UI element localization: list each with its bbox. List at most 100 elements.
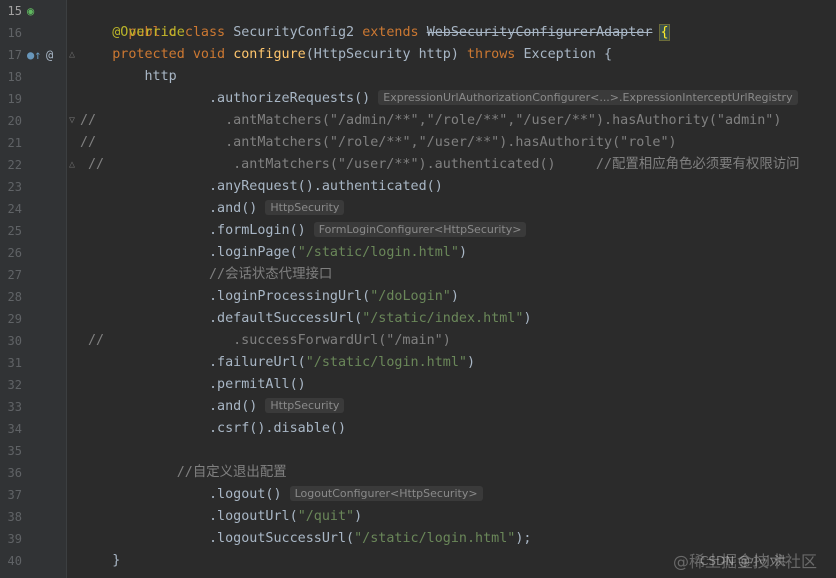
comment-text: // .successForwardUrl("/main") (88, 333, 451, 348)
keyword-throws: throws (467, 47, 516, 62)
code-line-16[interactable]: 16 @Override (0, 22, 836, 44)
line-number: 23 (7, 180, 22, 194)
line-number: 15 (7, 4, 22, 18)
code-text: .loginPage( (209, 245, 298, 260)
line-number: 39 (7, 532, 22, 546)
type-hint: FormLoginConfigurer<HttpSecurity> (313, 222, 527, 237)
code-text: ) (450, 289, 459, 304)
code-line-20[interactable]: 20 ▽ // .antMatchers("/admin/**","/role/… (0, 110, 836, 132)
override-annotation: @Override (112, 25, 185, 40)
line-number: 18 (7, 70, 22, 84)
line-number: 29 (7, 312, 22, 326)
override-method-icon[interactable]: ●↑ (27, 47, 41, 63)
code-line-18[interactable]: 18 http (0, 66, 836, 88)
line-number: 22 (7, 158, 22, 172)
string-literal: "/static/login.html" (354, 531, 516, 546)
code-text: ) (354, 509, 363, 524)
code-text: .logoutUrl( (209, 509, 298, 524)
type-hint: LogoutConfigurer<HttpSecurity> (289, 486, 483, 501)
string-literal: "/static/index.html" (362, 311, 524, 326)
code-text: ) (523, 311, 532, 326)
code-text: .authorizeRequests() (209, 91, 371, 106)
code-text: .and() (209, 201, 258, 216)
line-number: 26 (7, 246, 22, 260)
code-line-17[interactable]: 17 ●↑ @ △ protected void configure(HttpS… (0, 44, 836, 66)
annotation-marker-icon: @ (46, 48, 54, 62)
code-line-24[interactable]: 24 .and() HttpSecurity (0, 198, 836, 220)
string-literal: "/quit" (297, 509, 355, 524)
code-text: .anyRequest().authenticated() (209, 179, 443, 194)
method-params: (HttpSecurity http) (305, 47, 459, 62)
code-line-28[interactable]: 28 .loginProcessingUrl("/doLogin") (0, 286, 836, 308)
code-text: .permitAll() (209, 377, 306, 392)
line-number: 17 (7, 48, 22, 62)
line-number: 34 (7, 422, 22, 436)
run-class-icon[interactable]: ◉ (27, 3, 34, 19)
code-text: .csrf().disable() (209, 421, 347, 436)
code-line-29[interactable]: 29 .defaultSuccessUrl("/static/index.htm… (0, 308, 836, 330)
line-number: 40 (7, 554, 22, 568)
code-line-22[interactable]: 22 △ // .antMatchers("/user/**").authent… (0, 154, 836, 176)
code-line-26[interactable]: 26 .loginPage("/static/login.html") (0, 242, 836, 264)
code-line-39[interactable]: 39 .logoutSuccessUrl("/static/login.html… (0, 528, 836, 550)
type-hint: HttpSecurity (265, 398, 345, 413)
code-text: http (144, 69, 177, 84)
line-number: 27 (7, 268, 22, 282)
fold-marker-icon[interactable]: △ (69, 47, 75, 63)
code-line-30[interactable]: 30 // .successForwardUrl("/main") (0, 330, 836, 352)
keyword-void: void (192, 47, 226, 62)
code-text: .logoutSuccessUrl( (209, 531, 355, 546)
line-number: 30 (7, 334, 22, 348)
code-line-21[interactable]: 21 // .antMatchers("/role/**","/user/**"… (0, 132, 836, 154)
line-number: 31 (7, 356, 22, 370)
code-text: .loginProcessingUrl( (209, 289, 371, 304)
type-hint: HttpSecurity (265, 200, 345, 215)
code-line-36[interactable]: 36 //自定义退出配置 (0, 462, 836, 484)
code-text: .failureUrl( (209, 355, 306, 370)
code-line-25[interactable]: 25 .formLogin() FormLoginConfigurer<HttpS… (0, 220, 836, 242)
type-hint: ExpressionUrlAuthorizationConfigurer<...… (378, 90, 798, 105)
comment-text: // .antMatchers("/user/**").authenticate… (88, 157, 800, 172)
line-number: 24 (7, 202, 22, 216)
line-number: 19 (7, 92, 22, 106)
code-line-31[interactable]: 31 .failureUrl("/static/login.html") (0, 352, 836, 374)
code-editor[interactable]: 15 ◉ public class SecurityConfig2 extend… (0, 0, 836, 578)
line-number: 33 (7, 400, 22, 414)
code-line-27[interactable]: 27 //会话状态代理接口 (0, 264, 836, 286)
code-line-23[interactable]: 23 .anyRequest().authenticated() (0, 176, 836, 198)
code-line-34[interactable]: 34 .csrf().disable() (0, 418, 836, 440)
closing-brace: } (112, 553, 121, 568)
code-line-19[interactable]: 19 .authorizeRequests() ExpressionUrlAuth… (0, 88, 836, 110)
string-literal: "/static/login.html" (297, 245, 459, 260)
code-text: .formLogin() (209, 223, 306, 238)
line-number: 35 (7, 444, 22, 458)
comment-text: //自定义退出配置 (176, 465, 287, 480)
line-number: 36 (7, 466, 22, 480)
line-number: 21 (7, 136, 22, 150)
comment-text: // .antMatchers("/admin/**","/role/**","… (80, 113, 782, 128)
code-text: ) (467, 355, 476, 370)
code-line-15[interactable]: 15 ◉ public class SecurityConfig2 extend… (0, 0, 836, 41)
comment-text: // .antMatchers("/role/**","/user/**").h… (80, 135, 677, 150)
keyword-protected: protected (112, 47, 185, 62)
method-name: configure (233, 47, 306, 62)
code-line-32[interactable]: 32 .permitAll() (0, 374, 836, 396)
fold-marker-icon[interactable]: ▽ (69, 113, 75, 129)
line-number: 25 (7, 224, 22, 238)
code-line-37[interactable]: 37 .logout() LogoutConfigurer<HttpSecurit… (0, 484, 836, 506)
code-line-38[interactable]: 38 .logoutUrl("/quit") (0, 506, 836, 528)
code-line-35[interactable]: 35 (0, 440, 836, 462)
code-text: .and() (209, 399, 258, 414)
comment-text: //会话状态代理接口 (209, 267, 333, 282)
fold-marker-icon[interactable]: △ (69, 157, 75, 173)
code-text: ); (515, 531, 532, 546)
line-number: 28 (7, 290, 22, 304)
code-text: ) (458, 245, 467, 260)
line-number: 37 (7, 488, 22, 502)
code-line-33[interactable]: 33 .and() HttpSecurity (0, 396, 836, 418)
code-text: .logout() (209, 487, 282, 502)
string-literal: "/doLogin" (370, 289, 451, 304)
string-literal: "/static/login.html" (305, 355, 467, 370)
exception-type: Exception { (523, 47, 613, 62)
line-number: 32 (7, 378, 22, 392)
